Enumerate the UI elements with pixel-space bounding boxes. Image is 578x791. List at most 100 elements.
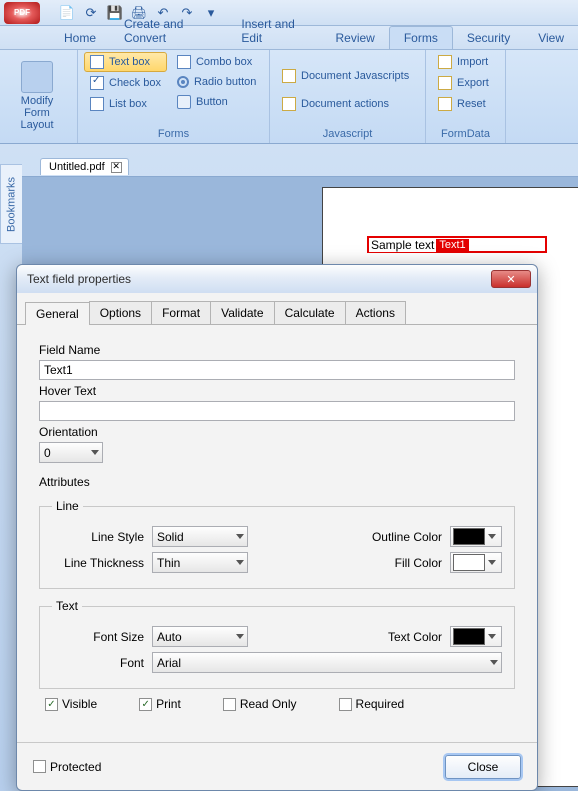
fill-swatch bbox=[453, 554, 485, 571]
reset-icon bbox=[438, 97, 452, 111]
textbox-tool[interactable]: Text box bbox=[84, 52, 167, 72]
check-icon: ✓ bbox=[45, 698, 58, 711]
file-tab-label: Untitled.pdf bbox=[49, 161, 105, 173]
modify-form-layout-label: Modify Form Layout bbox=[9, 95, 65, 131]
protected-checkbox[interactable]: Protected bbox=[33, 760, 101, 774]
text-fieldset: Text Font Size Auto Text Color Font Aria… bbox=[39, 599, 515, 689]
tab-security[interactable]: Security bbox=[453, 27, 524, 49]
form-field-text1[interactable]: Sample text Text1 bbox=[367, 236, 547, 253]
check-icon: ✓ bbox=[139, 698, 152, 711]
document-javascripts-button[interactable]: Document Javascripts bbox=[276, 66, 415, 86]
required-label: Required bbox=[356, 697, 405, 711]
button-tool[interactable]: Button bbox=[171, 92, 262, 112]
text-color-label: Text Color bbox=[248, 630, 450, 644]
dialog-tab-validate[interactable]: Validate bbox=[210, 301, 274, 324]
tab-review[interactable]: Review bbox=[321, 27, 388, 49]
reset-button[interactable]: Reset bbox=[432, 94, 495, 114]
text-color-swatch bbox=[453, 628, 485, 645]
close-button[interactable]: Close bbox=[445, 755, 521, 779]
line-thickness-select[interactable]: Thin bbox=[152, 552, 248, 573]
line-style-label: Line Style bbox=[52, 530, 152, 544]
group-title-javascript: Javascript bbox=[276, 127, 419, 141]
chevron-down-icon bbox=[236, 560, 244, 565]
required-checkbox[interactable]: Required bbox=[339, 697, 405, 711]
hover-text-input[interactable] bbox=[39, 401, 515, 421]
listbox-tool[interactable]: List box bbox=[84, 94, 167, 114]
tab-create-convert[interactable]: Create and Convert bbox=[110, 13, 227, 49]
chevron-down-icon bbox=[488, 534, 496, 539]
dialog-titlebar[interactable]: Text field properties ✕ bbox=[17, 265, 537, 293]
orientation-label: Orientation bbox=[39, 425, 515, 439]
dialog-tab-actions[interactable]: Actions bbox=[345, 301, 406, 324]
font-size-select[interactable]: Auto bbox=[152, 626, 248, 647]
chevron-down-icon bbox=[490, 660, 498, 665]
sample-text-label: Sample text bbox=[369, 238, 436, 252]
listbox-label: List box bbox=[109, 98, 147, 110]
tab-view[interactable]: View bbox=[524, 27, 578, 49]
line-style-select[interactable]: Solid bbox=[152, 526, 248, 547]
chevron-down-icon bbox=[236, 634, 244, 639]
print-label: Print bbox=[156, 697, 181, 711]
visible-checkbox[interactable]: ✓Visible bbox=[45, 697, 97, 711]
dialog-body: Field Name Hover Text Orientation 0 Attr… bbox=[17, 325, 537, 742]
refresh-icon[interactable]: ⟳ bbox=[82, 4, 100, 22]
js-action-icon bbox=[282, 97, 296, 111]
pdf-doc-icon[interactable]: 📄 bbox=[58, 4, 76, 22]
import-icon bbox=[438, 55, 452, 69]
export-button[interactable]: Export bbox=[432, 73, 495, 93]
radiobutton-tool[interactable]: Radio button bbox=[171, 73, 262, 91]
combobox-tool[interactable]: Combo box bbox=[171, 52, 262, 72]
chevron-down-icon bbox=[91, 450, 99, 455]
textbox-label: Text box bbox=[109, 56, 150, 68]
font-value: Arial bbox=[157, 656, 181, 670]
field-name-input[interactable] bbox=[39, 360, 515, 380]
dialog-close-button[interactable]: ✕ bbox=[491, 270, 531, 288]
reset-label: Reset bbox=[457, 98, 486, 110]
group-title-formdata: FormData bbox=[432, 127, 499, 141]
button-label: Button bbox=[196, 96, 228, 108]
orientation-select[interactable]: 0 bbox=[39, 442, 103, 463]
attributes-label: Attributes bbox=[39, 475, 515, 489]
outline-color-picker[interactable] bbox=[450, 526, 502, 547]
tab-home[interactable]: Home bbox=[50, 27, 110, 49]
check-icon bbox=[339, 698, 352, 711]
fill-color-label: Fill Color bbox=[248, 556, 450, 570]
dialog-tab-format[interactable]: Format bbox=[151, 301, 211, 324]
dialog-footer: Protected Close bbox=[17, 742, 537, 790]
font-select[interactable]: Arial bbox=[152, 652, 502, 673]
tab-insert-edit[interactable]: Insert and Edit bbox=[227, 13, 321, 49]
export-label: Export bbox=[457, 77, 489, 89]
dialog-tab-calculate[interactable]: Calculate bbox=[274, 301, 346, 324]
import-label: Import bbox=[457, 56, 488, 68]
export-icon bbox=[438, 76, 452, 90]
file-tab-untitled[interactable]: Untitled.pdf ✕ bbox=[40, 158, 129, 175]
document-actions-button[interactable]: Document actions bbox=[276, 94, 415, 114]
hover-text-label: Hover Text bbox=[39, 384, 515, 398]
field-name-label: Field Name bbox=[39, 343, 515, 357]
orientation-value: 0 bbox=[44, 446, 51, 460]
dialog-tab-options[interactable]: Options bbox=[89, 301, 152, 324]
radio-icon bbox=[177, 76, 189, 88]
dialog-tab-general[interactable]: General bbox=[25, 302, 90, 325]
close-file-icon[interactable]: ✕ bbox=[111, 162, 122, 173]
bookmarks-panel-tab[interactable]: Bookmarks bbox=[0, 164, 22, 244]
text-field-properties-dialog: Text field properties ✕ General Options … bbox=[16, 264, 538, 791]
import-button[interactable]: Import bbox=[432, 52, 495, 72]
modify-form-layout-button[interactable]: Modify Form Layout bbox=[6, 52, 68, 139]
js-doc-icon bbox=[282, 69, 296, 83]
readonly-checkbox[interactable]: Read Only bbox=[223, 697, 297, 711]
checkbox-icon bbox=[90, 76, 104, 90]
combobox-icon bbox=[177, 55, 191, 69]
checkbox-tool[interactable]: Check box bbox=[84, 73, 167, 93]
tab-forms[interactable]: Forms bbox=[389, 26, 453, 49]
dialog-tabs: General Options Format Validate Calculat… bbox=[17, 293, 537, 325]
font-size-label: Font Size bbox=[52, 630, 152, 644]
chevron-down-icon bbox=[236, 534, 244, 539]
app-orb[interactable]: PDF bbox=[4, 2, 40, 24]
print-checkbox[interactable]: ✓ Print bbox=[139, 697, 181, 711]
check-icon bbox=[223, 698, 236, 711]
text-color-picker[interactable] bbox=[450, 626, 502, 647]
fill-color-picker[interactable] bbox=[450, 552, 502, 573]
line-thickness-label: Line Thickness bbox=[52, 556, 152, 570]
chevron-down-icon bbox=[488, 634, 496, 639]
